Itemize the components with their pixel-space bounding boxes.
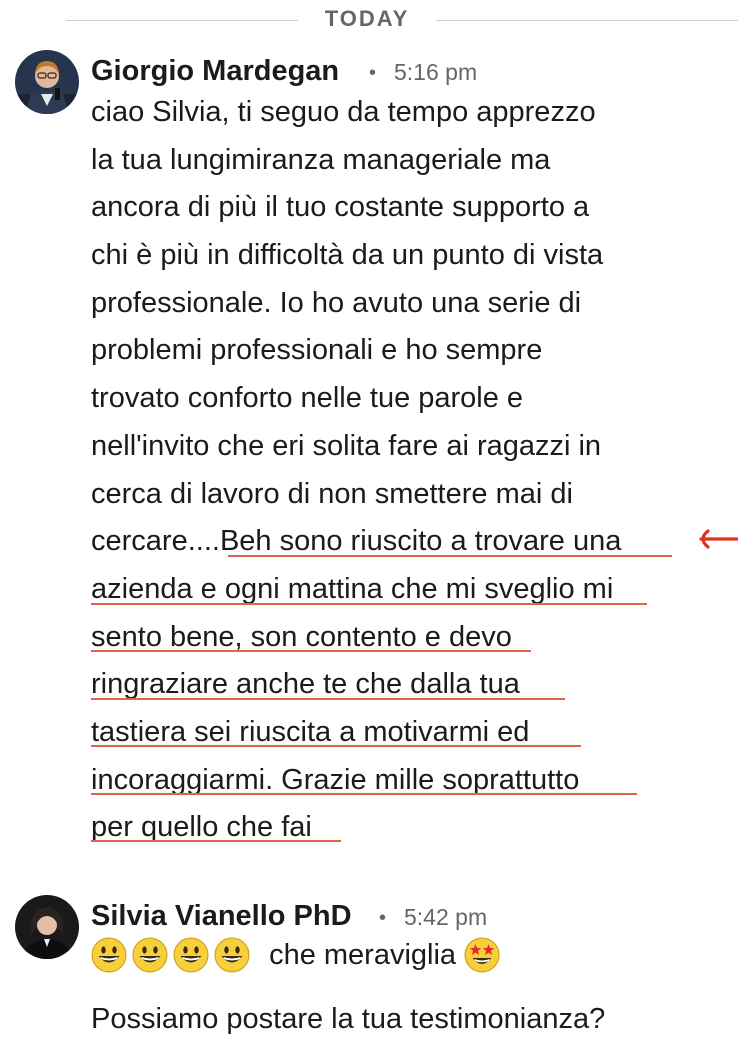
- highlighted-line: per quello che fai: [91, 811, 312, 844]
- grinning-face-icon: [91, 937, 127, 973]
- highlighted-line: ringraziare anche te che dalla tua: [91, 668, 520, 701]
- message-text: Possiamo postare la tua testimonianza?: [91, 1003, 606, 1035]
- date-divider: TODAY: [0, 0, 738, 40]
- highlight-underline: [91, 745, 581, 747]
- message-line: nell'invito che eri solita fare ai ragaz…: [91, 429, 602, 462]
- highlighted-line: incoraggiarmi. Grazie mille soprattutto: [91, 763, 580, 796]
- star-struck-icon: [464, 937, 500, 973]
- divider-line-left: [66, 20, 298, 21]
- grinning-face-icon: [214, 937, 250, 973]
- grinning-face-icon: [173, 937, 209, 973]
- message-line: professionale. Io ho avuto una serie di: [91, 286, 582, 319]
- highlight-underline: [91, 698, 565, 700]
- grinning-face-icon: [132, 937, 168, 973]
- message-line-prefix: cercare....: [91, 525, 220, 558]
- highlighted-line: sento bene, son contento e devo: [91, 620, 512, 653]
- separator-dot: •: [369, 62, 377, 84]
- avatar-giorgio[interactable]: [15, 50, 79, 114]
- message-timestamp: 5:16 pm: [394, 59, 478, 85]
- separator-dot: •: [379, 907, 387, 929]
- message-body: ciao Silvia, ti seguo da tempo apprezzo …: [91, 89, 691, 852]
- message-line: trovato conforto nelle tue parole e: [91, 382, 524, 415]
- message-line: ciao Silvia, ti seguo da tempo apprezzo: [91, 96, 596, 128]
- message-line: ancora di più il tuo costante supporto a: [91, 191, 590, 224]
- highlighted-line: tastiera sei riuscita a motivarmi ed: [91, 715, 530, 748]
- highlighted-text: Beh sono riuscito a trovare una: [219, 525, 622, 558]
- left-arrow-icon: [699, 529, 738, 549]
- sender-name[interactable]: Giorgio Mardegan: [91, 55, 339, 88]
- highlight-underline: [91, 840, 341, 842]
- message-line: problemi professionali e ho sempre: [91, 334, 543, 367]
- avatar-silvia[interactable]: [15, 895, 79, 959]
- message-text: che meraviglia: [269, 938, 457, 971]
- emoji-row: che meraviglia: [91, 937, 505, 973]
- date-divider-label: TODAY: [324, 6, 410, 31]
- highlight-underline: [91, 603, 647, 605]
- highlight-underline: [91, 793, 637, 795]
- message-line: la tua lungimiranza manageriale ma: [91, 143, 551, 176]
- divider-line-right: [436, 20, 738, 21]
- highlight-underline: [228, 555, 672, 557]
- message-line: chi è più in difficoltà da un punto di v…: [91, 239, 604, 272]
- highlighted-line: azienda e ogni mattina che mi sveglio mi: [91, 572, 614, 605]
- message-timestamp: 5:42 pm: [404, 904, 488, 930]
- highlight-underline: [91, 650, 531, 652]
- message-line: cercare....Beh sono riuscito a trovare u…: [91, 518, 691, 566]
- message-line: cerca di lavoro di non smettere mai di: [91, 477, 573, 510]
- sender-name[interactable]: Silvia Vianello PhD: [91, 900, 352, 933]
